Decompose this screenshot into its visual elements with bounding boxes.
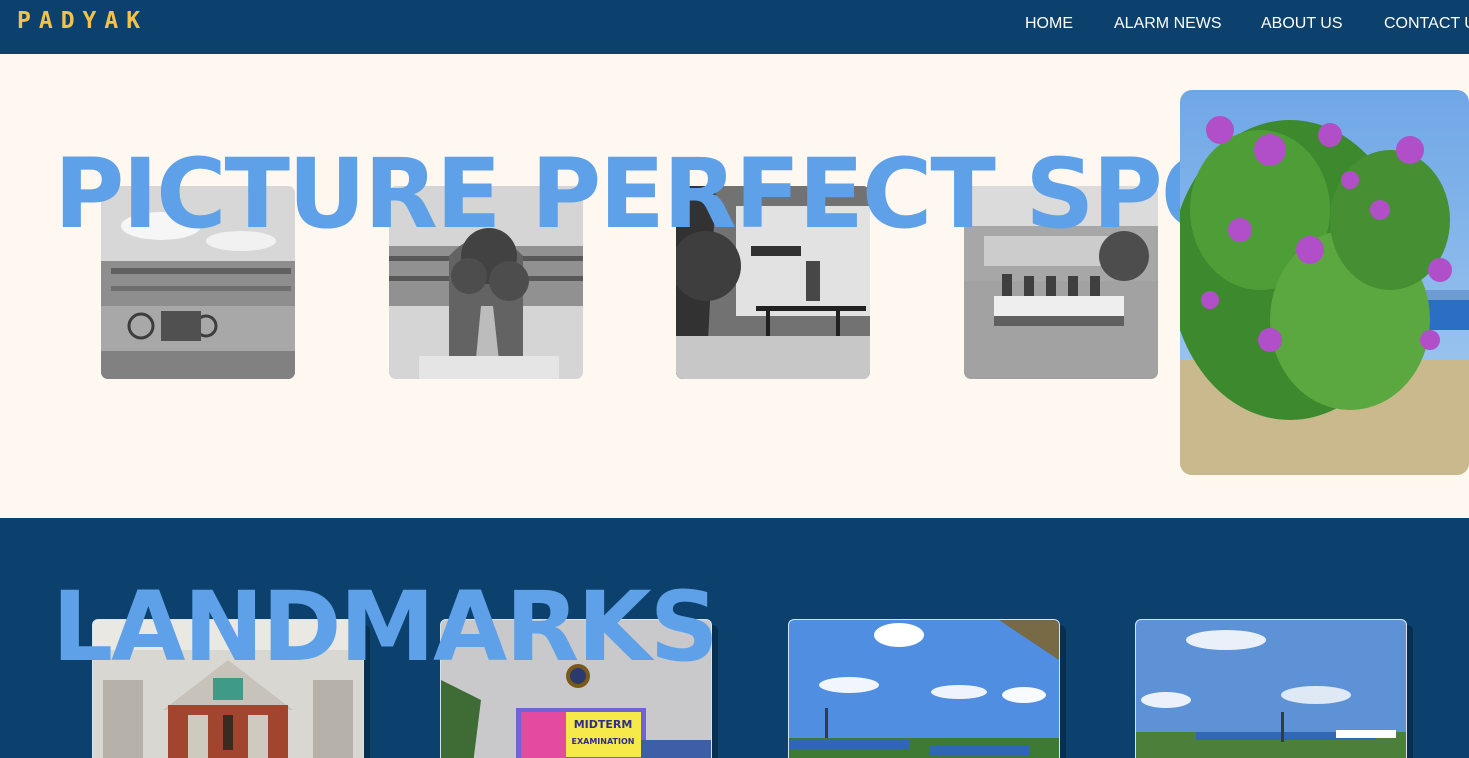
- featured-spot-photo[interactable]: [1180, 90, 1469, 475]
- campus-sky-image: [789, 620, 1059, 758]
- site-logo[interactable]: PADYAK: [17, 8, 148, 34]
- midterm-sign-line1: MIDTERM: [574, 718, 633, 731]
- nav-alarm-news-link[interactable]: ALARM NEWS: [1114, 15, 1222, 33]
- landmarks-heading: LANDMARKS: [52, 571, 719, 683]
- landmark-card-4[interactable]: [1135, 619, 1407, 758]
- nav-about-us-link[interactable]: ABOUT US: [1261, 15, 1343, 33]
- nav-home-link[interactable]: HOME: [1025, 15, 1073, 33]
- picture-perfect-spots-section: PICTURE PERFECT SPOTS: [0, 54, 1469, 518]
- picture-perfect-spots-heading: PICTURE PERFECT SPOTS: [54, 138, 1373, 250]
- campus-field-image: [1136, 620, 1406, 758]
- midterm-sign-line2: EXAMINATION: [572, 737, 635, 746]
- nav-contact-us-link[interactable]: CONTACT US: [1384, 15, 1469, 33]
- top-navbar: PADYAK HOME ALARM NEWS ABOUT US CONTACT …: [0, 0, 1469, 54]
- flowering-tree-image: [1180, 90, 1469, 475]
- landmark-card-3[interactable]: [788, 619, 1060, 758]
- landmarks-section: MIDTERM EXAMINATION LANDMARKS: [0, 518, 1469, 758]
